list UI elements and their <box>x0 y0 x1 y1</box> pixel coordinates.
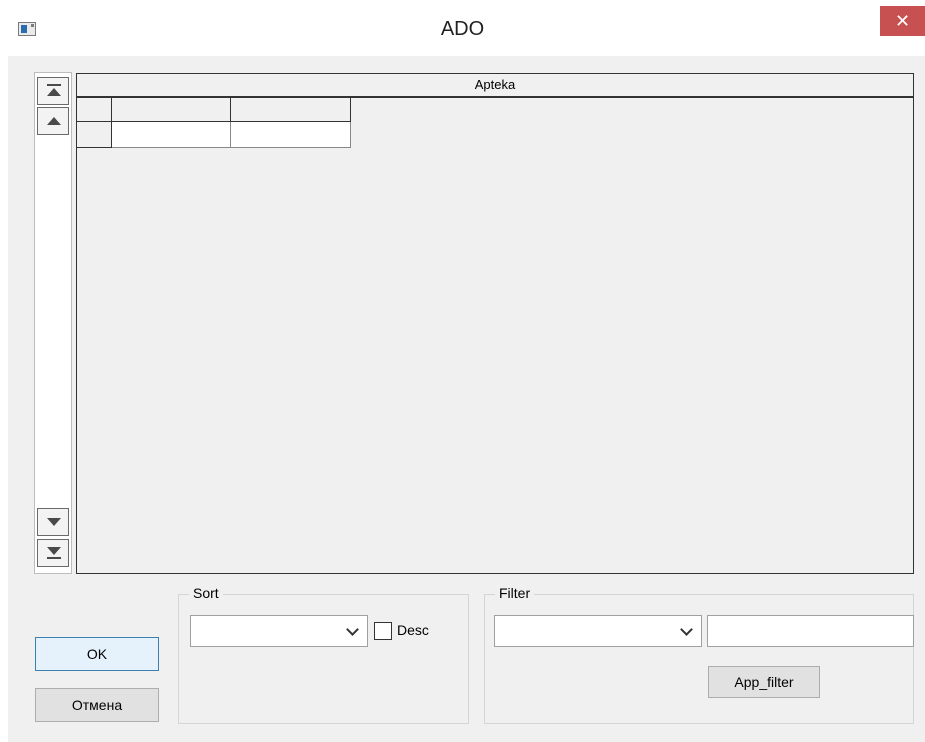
grid-indicator-header <box>77 98 112 122</box>
chevron-down-icon <box>346 623 359 636</box>
title-bar: ADO ✕ <box>0 0 925 60</box>
desc-label: Desc <box>397 622 429 638</box>
grid-cell[interactable] <box>112 122 231 148</box>
last-record-button[interactable] <box>37 539 69 567</box>
sort-field-select[interactable] <box>190 615 368 647</box>
grid-row-indicator[interactable] <box>77 122 112 148</box>
cancel-button[interactable]: Отмена <box>35 688 159 722</box>
db-navigator <box>34 72 72 574</box>
chevron-down-icon <box>680 623 693 636</box>
apply-filter-button[interactable]: App_filter <box>708 666 820 698</box>
filter-group-label: Filter <box>495 585 535 601</box>
ok-button[interactable]: OK <box>35 637 159 671</box>
window-title: ADO <box>440 18 485 40</box>
filter-group: Filter <box>484 585 914 724</box>
grid-column-header[interactable] <box>231 98 351 122</box>
grid-caption: Apteka <box>77 74 913 98</box>
prior-record-button[interactable] <box>37 107 69 135</box>
sort-group-label: Sort <box>189 585 223 601</box>
close-button[interactable]: ✕ <box>880 6 925 36</box>
data-grid[interactable]: Apteka <box>76 73 914 574</box>
filter-value-input[interactable] <box>707 615 914 647</box>
grid-cell[interactable] <box>231 122 351 148</box>
grid-column-header[interactable] <box>112 98 231 122</box>
desc-checkbox[interactable] <box>374 622 392 640</box>
next-record-button[interactable] <box>37 508 69 536</box>
sort-group: Sort <box>178 585 469 724</box>
first-record-button[interactable] <box>37 77 69 105</box>
filter-field-select[interactable] <box>494 615 702 647</box>
